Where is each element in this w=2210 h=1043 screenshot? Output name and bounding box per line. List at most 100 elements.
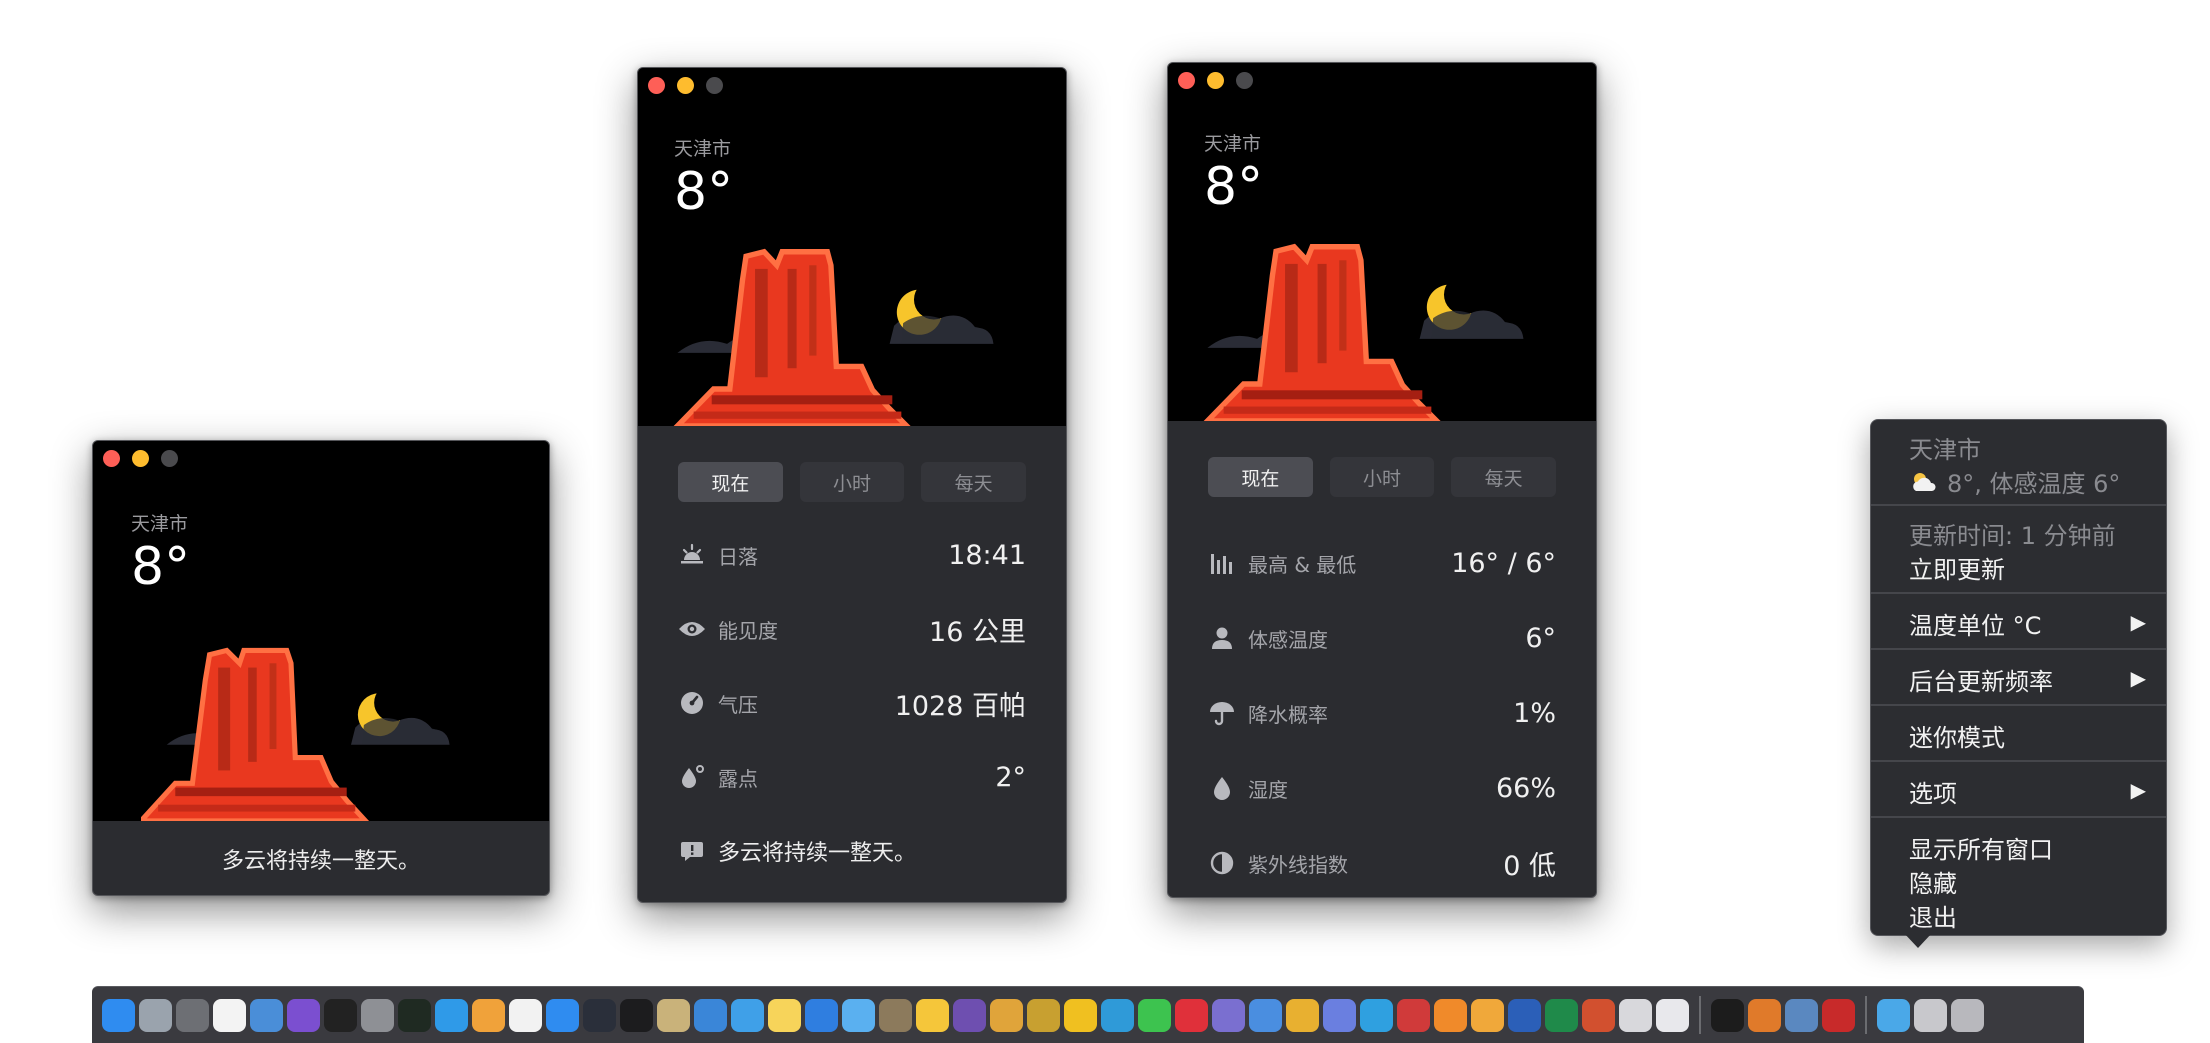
dock	[92, 986, 2084, 1043]
netease-music-icon[interactable]	[1175, 998, 1208, 1032]
wechat-icon[interactable]	[1138, 998, 1171, 1032]
submenu-arrow-icon: ▶	[2130, 666, 2146, 690]
window-controls	[1178, 72, 1253, 89]
detail-label: 日落	[718, 544, 758, 569]
butte-night-illustration	[673, 248, 994, 426]
butterfly-icon[interactable]	[1064, 998, 1097, 1032]
detail-value: 16 公里	[929, 616, 1026, 648]
menu-item-background-refresh[interactable]: 后台更新频率	[1909, 662, 2053, 697]
view-tabs: 现在 小时 每天	[1208, 457, 1557, 497]
minimize-button[interactable]	[677, 77, 694, 94]
zoom-button[interactable]	[1236, 72, 1253, 89]
mail-app-icon[interactable]	[731, 998, 764, 1032]
detail-value: 1%	[1513, 697, 1556, 729]
detail-value: 2°	[995, 761, 1026, 793]
weather-window-now: 天津市 8° 现在 小时 每天 日落 18:41 能见度 16 公里 气压 10…	[637, 67, 1067, 903]
monitor-icon[interactable]	[1785, 998, 1818, 1032]
red-mac-icon[interactable]	[1397, 998, 1430, 1032]
tab-hourly[interactable]: 小时	[799, 462, 905, 502]
city-name: 天津市	[1204, 133, 1262, 155]
vector-a-icon[interactable]	[1656, 998, 1689, 1032]
paint-icon[interactable]	[1748, 998, 1781, 1032]
istat-icon[interactable]	[1212, 998, 1245, 1032]
imovie-icon[interactable]	[287, 998, 320, 1032]
half-circle-icon	[1208, 849, 1236, 877]
detail-label: 体感温度	[1248, 627, 1328, 652]
close-button[interactable]	[1178, 72, 1195, 89]
detail-row-humidity: 湿度 66%	[1208, 768, 1556, 808]
tab-now[interactable]: 现在	[1208, 457, 1313, 497]
menu-item-update-now[interactable]: 立即更新	[1909, 550, 2005, 585]
menu-item-hide[interactable]: 隐藏	[1909, 864, 1957, 899]
package-icon[interactable]	[879, 998, 912, 1032]
telegram-icon[interactable]	[1360, 998, 1393, 1032]
weather-hero: 天津市 8°	[638, 68, 1066, 426]
infuse-icon[interactable]	[1434, 998, 1467, 1032]
speech-bubble-icon	[678, 837, 706, 865]
airmail-icon[interactable]	[1249, 998, 1282, 1032]
tasks-icon[interactable]	[805, 998, 838, 1032]
comics-icon[interactable]	[990, 998, 1023, 1032]
qq-penguin-icon[interactable]	[1711, 998, 1744, 1032]
notes-icon[interactable]	[768, 998, 801, 1032]
detail-label: 湿度	[1248, 777, 1288, 802]
terminal-icon[interactable]	[324, 998, 357, 1032]
menu-item-quit[interactable]: 退出	[1909, 898, 1957, 933]
minimize-button[interactable]	[132, 450, 149, 467]
forecast-summary: 多云将持续一整天。	[718, 841, 917, 866]
powerpoint-icon[interactable]	[1582, 998, 1615, 1032]
music-icon[interactable]	[509, 998, 542, 1032]
bbedit-icon[interactable]	[953, 998, 986, 1032]
screenshot-icon[interactable]	[620, 998, 653, 1032]
keychain-icon[interactable]	[176, 998, 209, 1032]
launchpad-icon[interactable]	[139, 998, 172, 1032]
zoom-button[interactable]	[706, 77, 723, 94]
preview-icon[interactable]	[250, 998, 283, 1032]
photos-icon[interactable]	[472, 998, 505, 1032]
pages-icon[interactable]	[1471, 998, 1504, 1032]
finder-icon[interactable]	[102, 998, 135, 1032]
word-icon[interactable]	[1508, 998, 1541, 1032]
bird-app-icon[interactable]	[694, 998, 727, 1032]
vpn-shield-icon[interactable]	[1323, 998, 1356, 1032]
ghost-icon[interactable]	[1619, 998, 1652, 1032]
downloads-folder-icon[interactable]	[1877, 998, 1910, 1032]
safari-icon[interactable]	[435, 998, 468, 1032]
menu-item-show-all-windows[interactable]: 显示所有窗口	[1909, 830, 2053, 865]
trash-icon[interactable]	[1951, 998, 1984, 1032]
menu-conditions-text: 8°, 体感温度 6°	[1947, 470, 2121, 498]
menu-separator	[1871, 648, 2166, 650]
snowflake-app-icon[interactable]	[842, 998, 875, 1032]
weather-window-mini: 天津市 8° 多云将持续一整天。	[92, 440, 550, 896]
detail-row-uv-index: 紫外线指数 0 低	[1208, 843, 1556, 883]
close-button[interactable]	[648, 77, 665, 94]
bar-chart-icon	[1208, 549, 1236, 577]
script-editor-icon[interactable]	[657, 998, 690, 1032]
detail-label: 降水概率	[1248, 702, 1328, 727]
ladybug-icon[interactable]	[1822, 998, 1855, 1032]
edge-icon[interactable]	[1101, 998, 1134, 1032]
emoji-icon[interactable]	[916, 998, 949, 1032]
app-store-icon[interactable]	[546, 998, 579, 1032]
minimize-button[interactable]	[1207, 72, 1224, 89]
gold-book-icon[interactable]	[1027, 998, 1060, 1032]
tab-now[interactable]: 现在	[678, 462, 783, 502]
tab-hourly[interactable]: 小时	[1329, 457, 1435, 497]
menu-item-temperature-unit[interactable]: 温度单位 °C	[1909, 606, 2041, 641]
tab-daily[interactable]: 每天	[921, 462, 1027, 502]
excel-icon[interactable]	[1545, 998, 1578, 1032]
tab-daily[interactable]: 每天	[1451, 457, 1557, 497]
calculator-icon[interactable]	[583, 998, 616, 1032]
chrome-icon[interactable]	[1286, 998, 1319, 1032]
calendar-icon[interactable]	[213, 998, 246, 1032]
zoom-button[interactable]	[161, 450, 178, 467]
submenu-arrow-icon: ▶	[2130, 610, 2146, 634]
menu-item-options[interactable]: 选项	[1909, 774, 1957, 809]
pressure-gauge-icon	[678, 689, 706, 717]
desktop-icon[interactable]	[1914, 998, 1947, 1032]
dock-context-menu: 天津市 8°, 体感温度 6° 更新时间: 1 分钟前 立即更新 温度单位 °C…	[1870, 419, 2167, 936]
menu-item-mini-mode[interactable]: 迷你模式	[1909, 718, 2005, 753]
close-button[interactable]	[103, 450, 120, 467]
system-preferences-icon[interactable]	[361, 998, 394, 1032]
activity-monitor-icon[interactable]	[398, 998, 431, 1032]
